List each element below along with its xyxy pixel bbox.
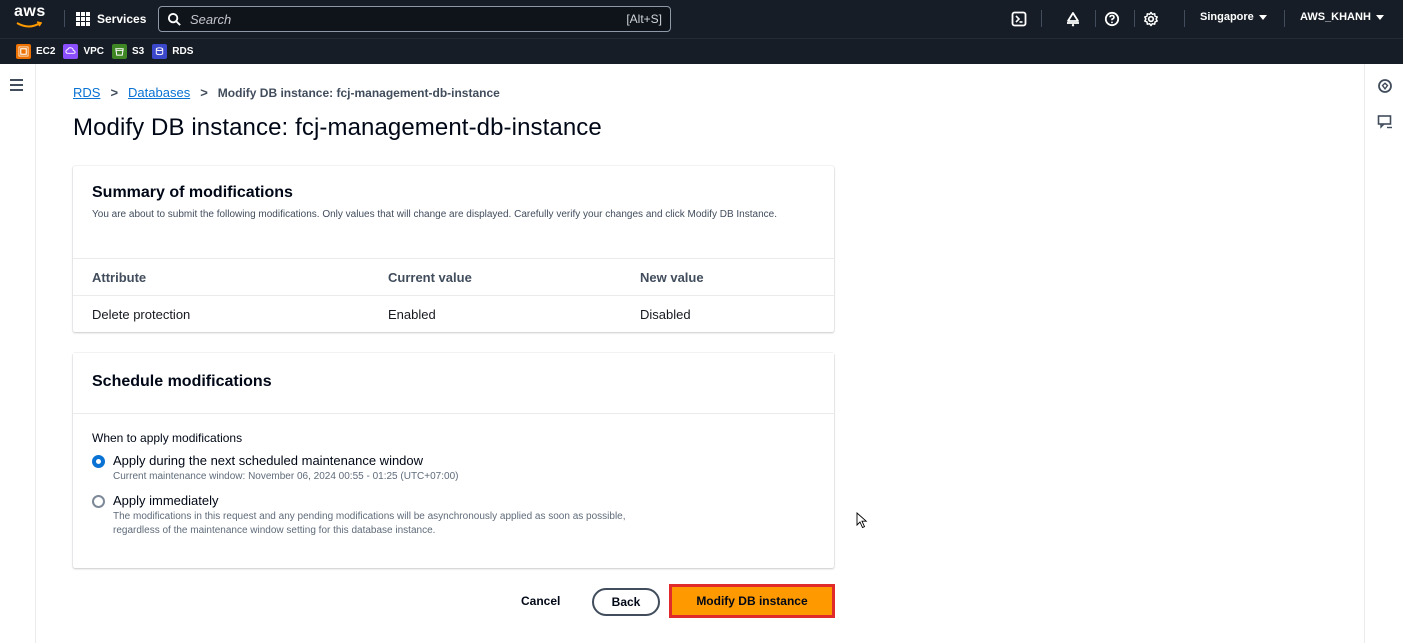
- bell-icon[interactable]: [1063, 9, 1083, 29]
- breadcrumb-databases-link[interactable]: Databases: [128, 85, 190, 100]
- region-label: Singapore: [1200, 11, 1254, 23]
- summary-title: Summary of modifications: [92, 184, 293, 201]
- schedule-modifications-card: Schedule modifications When to apply mod…: [73, 353, 834, 568]
- region-selector[interactable]: Singapore: [1200, 11, 1267, 23]
- table-row: Delete protection Enabled Disabled: [73, 295, 834, 332]
- favorites-bar: EC2 VPC S3 RDS: [0, 38, 1403, 64]
- chevron-right-icon: >: [110, 85, 119, 100]
- schedule-header: Schedule modifications: [73, 353, 834, 414]
- s3-icon: [112, 44, 128, 59]
- nav-divider: [1284, 10, 1285, 27]
- schedule-title: Schedule modifications: [92, 373, 272, 390]
- chevron-right-icon: >: [200, 85, 208, 100]
- settings-icon[interactable]: [1141, 9, 1161, 29]
- nav-divider: [1184, 10, 1185, 27]
- breadcrumb-current: Modify DB instance: fcj-management-db-in…: [217, 85, 500, 100]
- aws-smile-icon: [16, 21, 42, 28]
- account-label: AWS_KHANH: [1300, 11, 1371, 23]
- radio-description: Current maintenance window: November 06,…: [113, 471, 459, 482]
- favorite-vpc[interactable]: VPC: [63, 44, 104, 59]
- ec2-icon: [16, 44, 31, 59]
- radio-button-selected[interactable]: [92, 455, 105, 468]
- vpc-icon: [63, 44, 79, 59]
- rds-icon: [152, 44, 168, 59]
- mouse-cursor-icon: [856, 512, 868, 529]
- right-tools-rail: [1364, 64, 1403, 643]
- summary-description: You are about to submit the following mo…: [92, 209, 777, 220]
- favorite-label: RDS: [172, 46, 194, 57]
- favorite-ec2[interactable]: EC2: [16, 44, 55, 59]
- account-menu[interactable]: AWS_KHANH: [1300, 11, 1384, 23]
- nav-divider: [64, 10, 65, 27]
- modifications-table: Attribute Current value New value Delete…: [73, 258, 834, 332]
- column-header-attribute: Attribute: [92, 269, 147, 285]
- back-button[interactable]: Back: [592, 588, 660, 616]
- cell-current-value: Enabled: [388, 306, 436, 322]
- radio-option-apply-immediately[interactable]: Apply immediately The modifications in t…: [92, 493, 815, 538]
- nav-divider: [1095, 10, 1096, 27]
- feedback-icon[interactable]: [1377, 114, 1393, 130]
- radio-label: Apply during the next scheduled maintena…: [113, 453, 424, 468]
- breadcrumb-rds-link[interactable]: RDS: [73, 85, 100, 100]
- radio-description: The modifications in this request and an…: [113, 511, 626, 536]
- favorite-rds[interactable]: RDS: [152, 44, 193, 59]
- search-placeholder: Search: [190, 11, 232, 27]
- cell-new-value: Disabled: [640, 306, 691, 322]
- nav-divider: [1041, 10, 1042, 27]
- services-label: Services: [97, 12, 147, 26]
- caret-down-icon: [1375, 14, 1384, 20]
- favorite-label: VPC: [83, 46, 105, 57]
- aws-logo-text: aws: [14, 3, 46, 20]
- services-grid-icon: [76, 12, 90, 26]
- column-header-current-value: Current value: [388, 269, 472, 285]
- favorite-label: EC2: [36, 46, 56, 57]
- page-title: Modify DB instance: fcj-management-db-in…: [73, 114, 602, 141]
- highlight-box: Modify DB instance: [669, 584, 835, 618]
- cancel-button[interactable]: Cancel: [521, 594, 560, 608]
- caret-down-icon: [1258, 14, 1267, 20]
- favorite-s3[interactable]: S3: [112, 44, 144, 59]
- aws-logo[interactable]: aws: [14, 3, 54, 33]
- favorite-label: S3: [132, 46, 145, 57]
- search-icon: [167, 12, 181, 26]
- breadcrumb: RDS > Databases > Modify DB instance: fc…: [73, 85, 500, 100]
- search-input[interactable]: Search [Alt+S]: [158, 6, 671, 32]
- services-menu-button[interactable]: Services: [76, 9, 146, 29]
- radio-label: Apply immediately: [113, 493, 219, 508]
- radio-button-unselected[interactable]: [92, 495, 105, 508]
- modify-db-instance-button[interactable]: Modify DB instance: [672, 587, 832, 615]
- cloudshell-icon[interactable]: [1009, 9, 1029, 29]
- summary-of-modifications-card: Summary of modifications You are about t…: [73, 166, 834, 332]
- info-panel-icon[interactable]: [1377, 78, 1393, 94]
- top-navigation: aws Services Search [Alt+S] Singapore AW…: [0, 0, 1403, 38]
- column-header-new-value: New value: [640, 269, 704, 285]
- apply-timing-label: When to apply modifications: [92, 431, 243, 445]
- nav-divider: [1134, 10, 1135, 27]
- left-navigation-rail: [0, 64, 36, 643]
- menu-icon[interactable]: [10, 79, 23, 91]
- cell-attribute: Delete protection: [92, 306, 191, 322]
- radio-option-maintenance-window[interactable]: Apply during the next scheduled maintena…: [92, 453, 815, 484]
- schedule-body: When to apply modifications Apply during…: [73, 414, 834, 538]
- table-header-row: Attribute Current value New value: [73, 258, 834, 295]
- help-icon[interactable]: [1102, 9, 1122, 29]
- search-shortcut: [Alt+S]: [626, 12, 662, 26]
